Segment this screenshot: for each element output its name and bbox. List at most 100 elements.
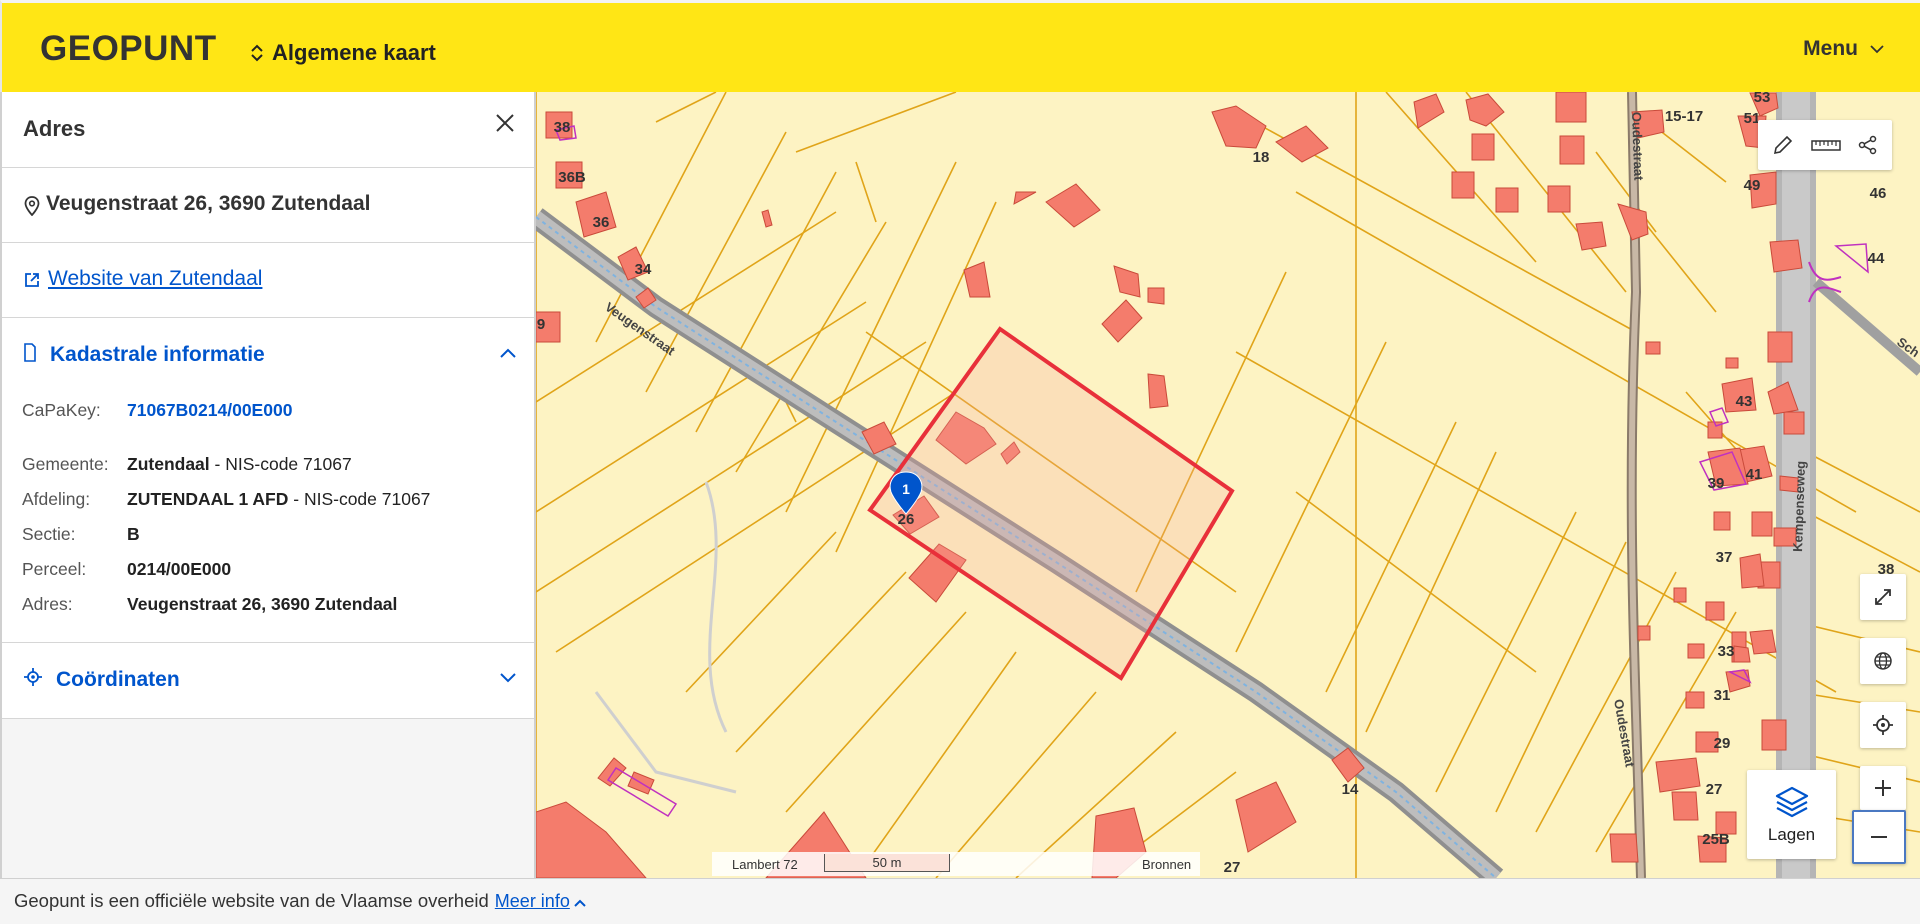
house-number: 46 (1870, 185, 1887, 202)
capakey-value[interactable]: 71067B0214/00E000 (127, 393, 292, 428)
footer: Geopunt is een officiële website van de … (0, 878, 1920, 924)
house-number: 14 (1342, 781, 1359, 798)
house-number: 31 (1714, 687, 1731, 704)
house-number: 25B (1702, 831, 1730, 848)
map-switch-label: Algemene kaart (272, 40, 436, 65)
house-number: 29 (1714, 735, 1731, 752)
chevron-up-icon (500, 348, 516, 358)
house-number: 43 (1736, 393, 1753, 410)
detail-row: Perceel: 0214/00E000 (22, 552, 534, 587)
detail-value: Veugenstraat 26, 3690 Zutendaal (127, 594, 398, 614)
chevron-up-icon[interactable] (574, 899, 586, 907)
house-number: 27 (1706, 781, 1723, 798)
house-number: 36B (558, 169, 586, 186)
measure-button[interactable] (1811, 138, 1841, 152)
cadastral-details: CaPaKey: 71067B0214/00E000 Gemeente: Zute… (2, 393, 534, 642)
draw-button[interactable] (1772, 134, 1794, 156)
crosshair-icon (24, 668, 42, 686)
detail-value: B (127, 524, 140, 544)
capakey-row: CaPaKey: 71067B0214/00E000 (22, 393, 534, 428)
detail-value: Zutendaal - NIS-code 71067 (127, 454, 352, 474)
map-view[interactable]: 38 36B 36 34 9 18 15-17 53 51 49 46 44 4… (536, 92, 1920, 878)
cadastral-basemap[interactable]: 38 36B 36 34 9 18 15-17 53 51 49 46 44 4… (536, 92, 1920, 878)
detail-row: Sectie: B (22, 517, 534, 552)
cadastral-accordion-header[interactable]: Kadastrale informatie (2, 318, 534, 393)
footer-text: Geopunt is een officiële website van de … (14, 890, 489, 911)
coordinates-heading: Coördinaten (56, 668, 180, 691)
detail-label: Gemeente: (22, 454, 109, 474)
crosshair-icon (1873, 715, 1893, 735)
website-row: Website van Zutendaal (2, 243, 534, 318)
zoom-out-button[interactable] (1852, 810, 1906, 864)
sidebar: Adres Veugenstraat 26, 3690 Zutendaal We… (0, 92, 536, 878)
house-number: 41 (1746, 466, 1763, 483)
detail-row: Adres: Veugenstraat 26, 3690 Zutendaal (22, 587, 534, 622)
house-number: 49 (1744, 177, 1761, 194)
document-icon (24, 343, 36, 362)
layers-button[interactable]: Lagen (1747, 770, 1836, 859)
marker-label: 1 (902, 481, 910, 497)
website-link[interactable]: Website van Zutendaal (48, 267, 262, 291)
house-number: 18 (1253, 149, 1270, 166)
geopunt-logo[interactable]: GEOPUNT (40, 29, 217, 69)
detail-label: Adres: (22, 594, 73, 614)
share-icon (1858, 135, 1876, 155)
menu-label: Menu (1803, 37, 1858, 60)
street-label: Kempenseweg (1790, 461, 1808, 553)
address-row: Veugenstraat 26, 3690 Zutendaal (2, 168, 534, 243)
more-info-link[interactable]: Meer info (495, 891, 570, 911)
house-number: 27 (1224, 859, 1241, 876)
detail-value: ZUTENDAAL 1 AFD - NIS-code 71067 (127, 489, 431, 509)
house-number: 9 (537, 316, 545, 333)
map-switch-button[interactable]: Algemene kaart (250, 40, 436, 66)
cadastral-section: Kadastrale informatie CaPaKey: 71067B021… (2, 318, 534, 643)
scale-label: 50 m (824, 854, 950, 872)
coordinates-section: Coördinaten (2, 643, 534, 719)
chevron-down-icon (1870, 44, 1884, 53)
detail-row: Afdeling: ZUTENDAAL 1 AFD - NIS-code 7106… (22, 482, 534, 517)
house-number: 34 (635, 261, 652, 278)
detail-label: Sectie: (22, 524, 76, 544)
detail-label: Afdeling: (22, 489, 91, 509)
house-number: 33 (1718, 643, 1735, 660)
ruler-icon (1811, 140, 1841, 151)
coordinates-accordion-header[interactable]: Coördinaten (2, 643, 534, 718)
top-bar: GEOPUNT Algemene kaart Menu (0, 0, 1920, 92)
house-number: 38 (554, 119, 571, 136)
detail-label: Perceel: (22, 559, 87, 579)
panel-title: Adres (23, 116, 86, 141)
globe-icon (1874, 652, 1892, 670)
zoom-in-button[interactable] (1860, 766, 1906, 810)
house-number: 44 (1868, 250, 1885, 267)
house-number: 39 (1708, 475, 1725, 492)
sort-arrows-icon (251, 44, 263, 62)
projection-label: Lambert 72 (732, 857, 798, 872)
street-label: Oudestraat (1629, 112, 1646, 182)
location-pin-icon (24, 196, 40, 216)
layers-label: Lagen (1767, 824, 1816, 844)
external-link-icon (25, 273, 39, 287)
house-number: 36 (593, 214, 610, 231)
close-icon[interactable] (494, 112, 516, 134)
locate-me-button[interactable] (1860, 702, 1906, 748)
plus-icon (1875, 780, 1891, 796)
expand-icon (1875, 589, 1891, 605)
globe-button[interactable] (1860, 638, 1906, 684)
house-number: 15-17 (1665, 108, 1703, 125)
menu-button[interactable]: Menu (1803, 37, 1884, 61)
scale-bar: Lambert 72 50 m Bronnen (712, 852, 1200, 876)
minus-icon (1871, 836, 1887, 838)
house-number: 53 (1754, 92, 1771, 106)
cadastral-heading: Kadastrale informatie (50, 343, 265, 366)
sources-link[interactable]: Bronnen (1142, 857, 1191, 872)
pencil-icon (1774, 135, 1793, 155)
capakey-label: CaPaKey: (22, 400, 101, 420)
panel-header: Adres (2, 92, 534, 168)
map-toolbar (1758, 120, 1892, 170)
house-number: 37 (1716, 549, 1733, 566)
share-button[interactable] (1858, 135, 1878, 155)
address-text: Veugenstraat 26, 3690 Zutendaal (46, 192, 371, 215)
detail-row: Gemeente: Zutendaal - NIS-code 71067 (22, 447, 534, 482)
fullscreen-button[interactable] (1860, 574, 1906, 620)
layers-icon (1775, 786, 1808, 817)
